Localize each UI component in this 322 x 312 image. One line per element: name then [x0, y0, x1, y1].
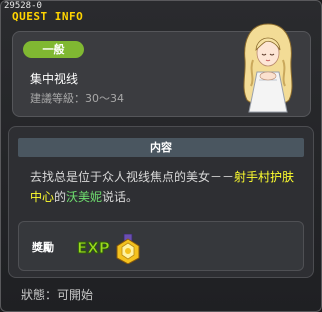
quest-name: 集中视线 [30, 72, 79, 86]
description-text: 说话。 [102, 190, 139, 204]
npc-portrait-icon [243, 23, 293, 113]
reward-box: 獎勵 EXP [18, 221, 304, 271]
svg-text:EXP: EXP [77, 239, 110, 257]
quest-summary-panel: 一般 集中视线 建議等級：30～34 [12, 23, 311, 117]
npc-name-highlight: 沃美妮 [66, 190, 103, 204]
exp-icon[interactable]: EXP [76, 233, 114, 259]
quest-status: 狀態：可開始 [21, 288, 94, 302]
gold-medal-item-icon[interactable] [115, 234, 141, 264]
quest-content-panel: 内容 去找总是位于众人视线焦点的美女－－射手村护肤中心的沃美妮说话。 獎勵 EX… [8, 126, 314, 278]
quest-info-window: 29528-0 QUEST INFO 一般 集中视线 建議等級：30～34 内容… [0, 0, 322, 312]
reward-label: 獎勵 [32, 241, 54, 254]
description-text: 去找总是位于众人视线焦点的美女－－ [30, 170, 235, 184]
description-text: 的 [54, 190, 67, 204]
window-title: QUEST INFO [12, 10, 84, 23]
content-header: 内容 [18, 138, 304, 157]
quest-level: 建議等級：30～34 [30, 92, 124, 105]
quest-description: 去找总是位于众人视线焦点的美女－－射手村护肤中心的沃美妮说话。 [30, 167, 305, 207]
quest-type-badge: 一般 [23, 41, 84, 58]
